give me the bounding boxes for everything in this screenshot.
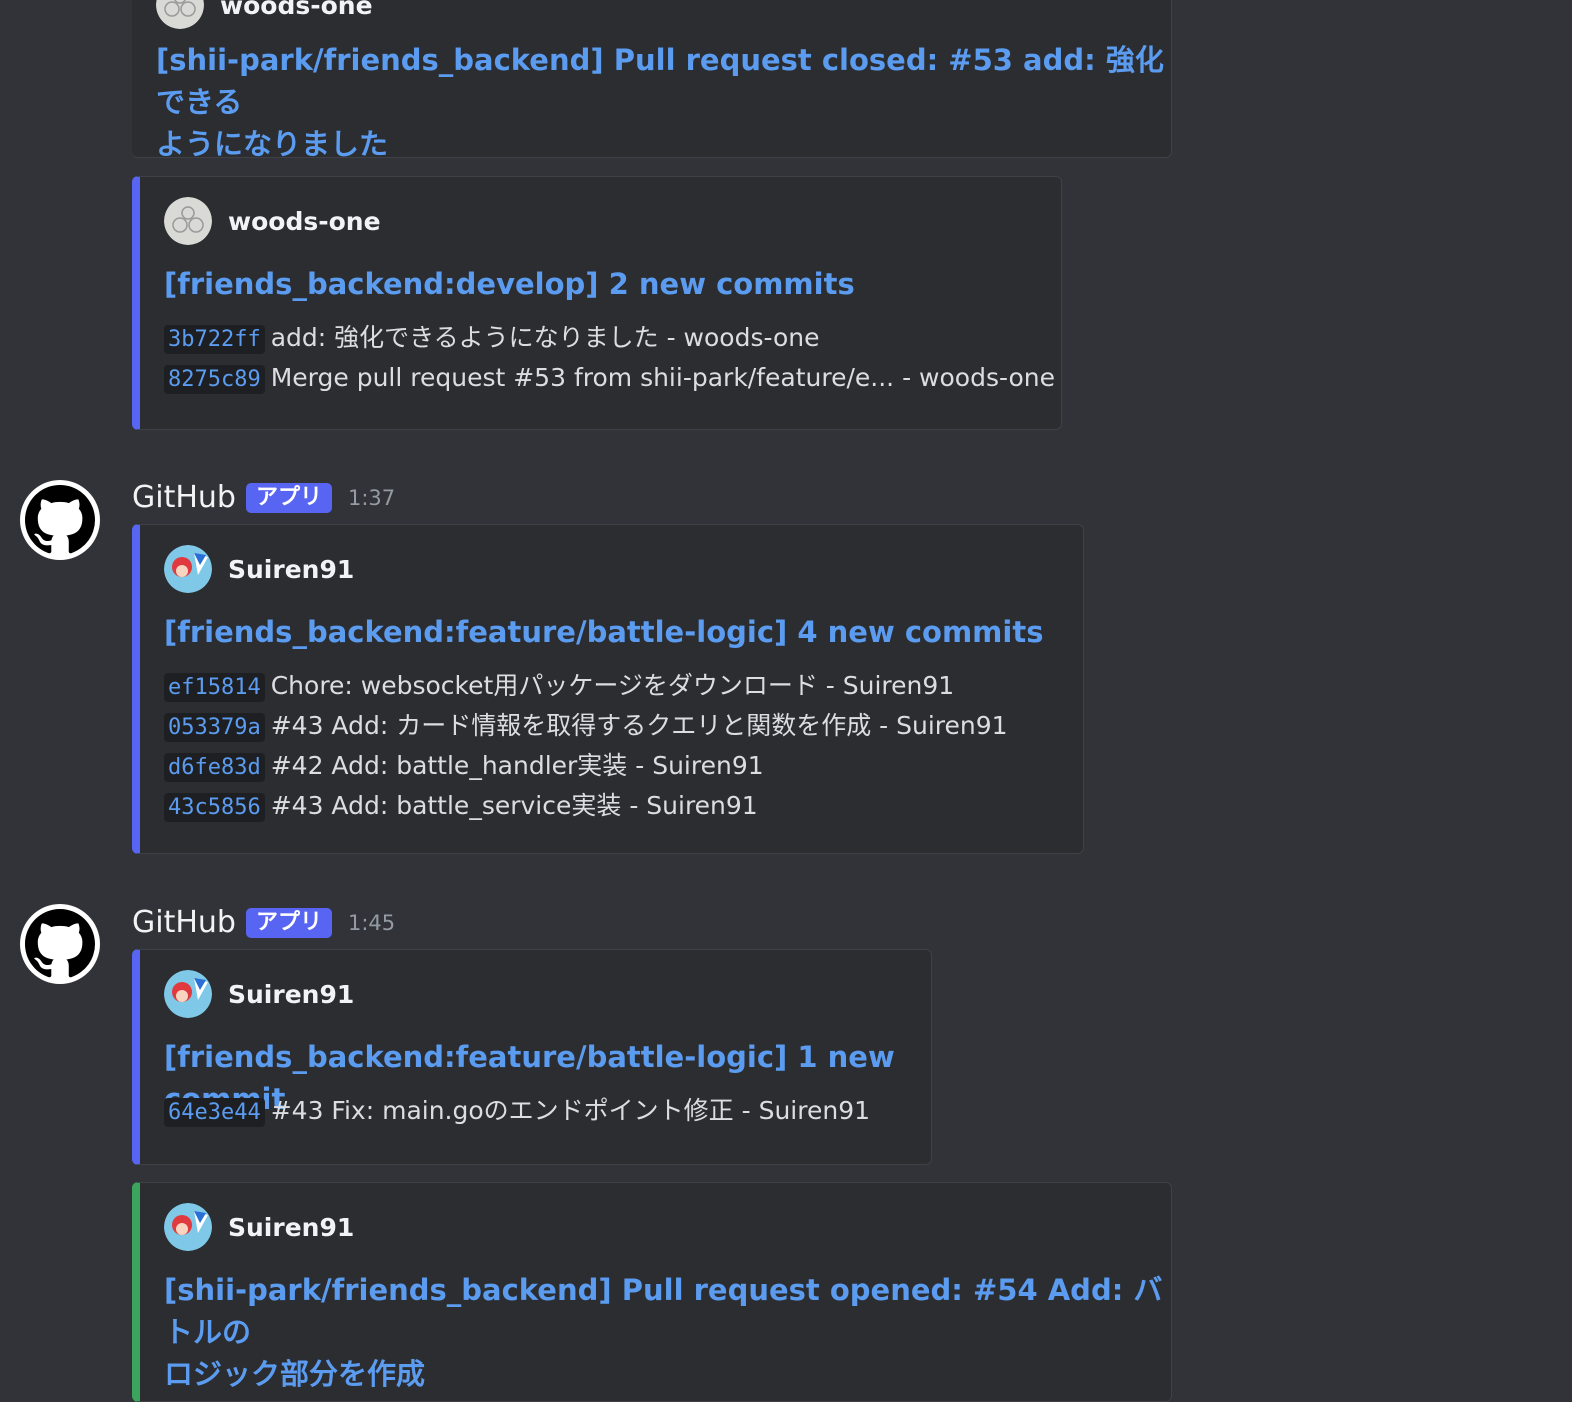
commit-hash-link[interactable]: ef15814 <box>164 673 265 702</box>
embed-pr-closed: woods-one [shii-park/friends_backend] Pu… <box>132 0 1172 161</box>
embed-title-line1: [shii-park/friends_backend] Pull request… <box>156 43 1164 119</box>
embed-commits-develop: woods-one [friends_backend:develop] 2 ne… <box>132 176 1062 430</box>
embed-author[interactable]: woods-one <box>156 0 373 29</box>
commit-hash-link[interactable]: d6fe83d <box>164 753 265 782</box>
embed-title-line2: ロジック部分を作成 <box>164 1357 426 1391</box>
timestamp[interactable]: 1:37 <box>348 486 395 510</box>
embed-title-link[interactable]: [shii-park/friends_backend] Pull request… <box>164 1269 1171 1395</box>
commit-list: 3b722ff add: 強化できるようになりました - woods-one 82… <box>164 319 1055 399</box>
embed-author-name: Suiren91 <box>228 979 355 1009</box>
message-header: GitHub アプリ 1:37 <box>132 480 395 515</box>
commit-hash-link[interactable]: 8275c89 <box>164 365 265 394</box>
embed-author-name: Suiren91 <box>228 1212 355 1242</box>
embed-title-link[interactable]: [friends_backend:feature/battle-logic] 4… <box>164 611 1043 653</box>
commit-message: #43 Add: カード情報を取得するクエリと関数を作成 - Suiren91 <box>270 711 1008 740</box>
avatar <box>164 197 212 245</box>
embed-author-name: woods-one <box>220 0 373 20</box>
commit-message: Merge pull request #53 from shii-park/fe… <box>270 363 1055 392</box>
embed-commits-battle-logic: Suiren91 [friends_backend:feature/battle… <box>132 524 1084 854</box>
embed-title-link[interactable]: [shii-park/friends_backend] Pull request… <box>156 39 1171 165</box>
commit-message: add: 強化できるようになりました - woods-one <box>270 323 820 352</box>
commit-message: Chore: websocket用パッケージをダウンロード - Suiren91 <box>270 671 955 700</box>
embed-pr-opened: Suiren91 [shii-park/friends_backend] Pul… <box>132 1182 1172 1402</box>
github-logo-icon <box>25 485 95 554</box>
bot-username[interactable]: GitHub <box>132 480 236 515</box>
embed-title-line2: ようになりました <box>156 127 389 161</box>
embed-author-name: woods-one <box>228 206 381 236</box>
message-header: GitHub アプリ 1:45 <box>132 905 395 940</box>
embed-author-name: Suiren91 <box>228 554 355 584</box>
embed-title-line1: [shii-park/friends_backend] Pull request… <box>164 1273 1163 1349</box>
embed-author[interactable]: woods-one <box>164 197 381 245</box>
commit-hash-link[interactable]: 64e3e44 <box>164 1098 265 1127</box>
embed-title-link[interactable]: [friends_backend:develop] 2 new commits <box>164 263 855 305</box>
embed-author[interactable]: Suiren91 <box>164 970 354 1018</box>
github-avatar[interactable] <box>20 904 100 984</box>
github-avatar[interactable] <box>20 480 100 560</box>
commit-row: 8275c89 Merge pull request #53 from shii-… <box>164 359 1055 399</box>
commit-row: 053379a #43 Add: カード情報を取得するクエリと関数を作成 - Su… <box>164 707 1008 747</box>
commit-row: 64e3e44 #43 Fix: main.goのエンドポイント修正 - Suir… <box>164 1092 870 1132</box>
commit-row: 3b722ff add: 強化できるようになりました - woods-one <box>164 319 1055 359</box>
avatar <box>164 970 212 1018</box>
commit-hash-link[interactable]: 3b722ff <box>164 325 265 354</box>
embed-author[interactable]: Suiren91 <box>164 545 354 593</box>
avatar <box>164 1203 212 1251</box>
commit-list: ef15814 Chore: websocket用パッケージをダウンロード - S… <box>164 667 1008 827</box>
timestamp[interactable]: 1:45 <box>348 911 395 935</box>
embed-author[interactable]: Suiren91 <box>164 1203 354 1251</box>
bot-username[interactable]: GitHub <box>132 905 236 940</box>
app-badge: アプリ <box>245 907 332 938</box>
commit-message: #42 Add: battle_handler実装 - Suiren91 <box>270 751 764 780</box>
avatar <box>156 0 204 29</box>
commit-list: 64e3e44 #43 Fix: main.goのエンドポイント修正 - Suir… <box>164 1092 870 1132</box>
commit-hash-link[interactable]: 053379a <box>164 713 265 742</box>
commit-hash-link[interactable]: 43c5856 <box>164 793 265 822</box>
commit-row: d6fe83d #42 Add: battle_handler実装 - Suire… <box>164 747 1008 787</box>
avatar <box>164 545 212 593</box>
commit-row: 43c5856 #43 Add: battle_service実装 - Suire… <box>164 787 1008 827</box>
commit-message: #43 Fix: main.goのエンドポイント修正 - Suiren91 <box>270 1096 871 1125</box>
app-badge: アプリ <box>245 482 332 513</box>
commit-message: #43 Add: battle_service実装 - Suiren91 <box>270 791 758 820</box>
github-logo-icon <box>25 909 95 978</box>
commit-row: ef15814 Chore: websocket用パッケージをダウンロード - S… <box>164 667 1008 707</box>
embed-commits-battle-logic-single: Suiren91 [friends_backend:feature/battle… <box>132 949 932 1165</box>
